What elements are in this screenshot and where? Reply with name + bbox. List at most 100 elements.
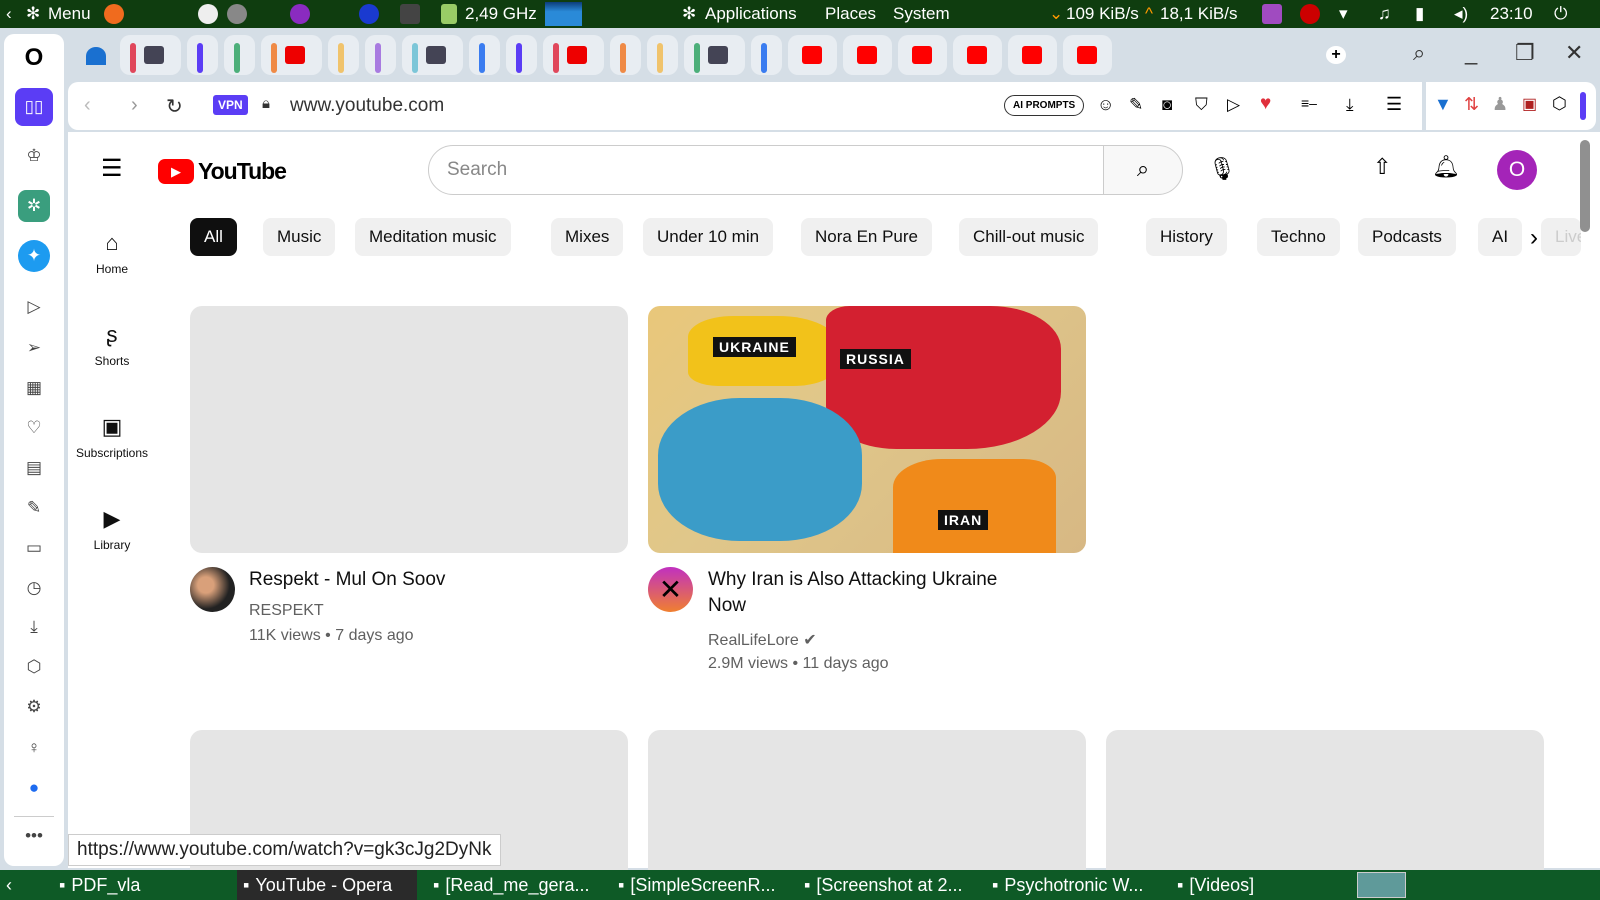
battery-icon[interactable]: ▮ (1415, 4, 1424, 24)
tab-group[interactable] (402, 35, 463, 75)
taskbar-item[interactable]: ▪ [Read_me_gera... (427, 870, 595, 900)
video-thumbnail[interactable] (190, 306, 628, 553)
youtube-logo[interactable]: ▶ YouTube (158, 158, 287, 185)
filter-chip[interactable]: All (190, 218, 237, 256)
video-thumbnail-placeholder[interactable] (1106, 730, 1544, 882)
notifications-bell-icon[interactable]: 🔔︎ (1432, 154, 1460, 180)
tab-group[interactable] (506, 35, 537, 75)
record-icon[interactable] (1300, 4, 1320, 24)
downloads-icon[interactable]: ⤓ (18, 611, 50, 643)
clock[interactable]: 23:10 (1490, 4, 1533, 24)
tab-group[interactable] (543, 35, 604, 75)
volume-icon[interactable]: ◂) (1454, 4, 1468, 24)
firefox-icon[interactable] (104, 4, 124, 24)
tab-group[interactable] (898, 35, 947, 75)
history-icon[interactable]: ◷ (18, 572, 50, 604)
bookmark-icon[interactable] (86, 47, 106, 65)
heart-icon[interactable]: ♡ (18, 412, 50, 444)
settings-icon[interactable]: ⚙ (18, 691, 50, 723)
filter-chip[interactable]: Techno (1257, 218, 1340, 256)
channel-name[interactable]: RESPEKT (249, 602, 324, 620)
tab-group[interactable] (1063, 35, 1112, 75)
taskbar-item[interactable]: ▪ YouTube - Opera (237, 870, 417, 900)
reader-icon[interactable]: ▯▯ (15, 88, 53, 126)
emoji-icon[interactable]: ☺ (1097, 95, 1114, 115)
cube-extension-icon[interactable]: ⬡ (1552, 94, 1567, 114)
send-icon[interactable]: ➢ (18, 332, 50, 364)
more-icon[interactable]: ••• (18, 820, 50, 852)
notification-icon[interactable]: ♫ (1378, 4, 1391, 24)
tab-group[interactable] (224, 35, 255, 75)
filter-chip[interactable]: Podcasts (1358, 218, 1456, 256)
nav-shorts[interactable]: ʂ Shorts (68, 322, 156, 368)
taskbar-item[interactable]: ▪ [Screenshot at 2... (798, 870, 968, 900)
taskbar-item[interactable]: ▪ PDF_vla (53, 870, 146, 900)
channel-avatar[interactable] (190, 567, 235, 612)
reload-button[interactable]: ↻ (166, 94, 183, 119)
tab-group[interactable] (120, 35, 181, 75)
camera-icon[interactable]: ◙ (1162, 95, 1172, 115)
scrollbar-thumb[interactable] (1580, 140, 1590, 232)
avatar[interactable]: O (1497, 150, 1537, 190)
video-thumbnail-placeholder[interactable] (648, 730, 1086, 882)
tab-search-icon[interactable]: ⌕ (1413, 40, 1425, 66)
filter-chip[interactable]: Under 10 min (643, 218, 774, 256)
taskbar-scroll-left[interactable]: ‹ (0, 870, 18, 900)
channel-name[interactable]: RealLifeLore ✔ (708, 630, 817, 650)
tips-icon[interactable]: ♀ (18, 732, 50, 764)
send-icon[interactable]: ▷ (1227, 95, 1240, 115)
download-icon[interactable]: ⤓ (1346, 95, 1354, 115)
opera-logo-icon[interactable]: O (18, 42, 50, 74)
new-tab-button[interactable]: + (1326, 46, 1346, 64)
url-field[interactable]: www.youtube.com (290, 95, 444, 117)
taskbar-item[interactable]: ▪ [Videos] (1171, 870, 1260, 900)
opera-icon[interactable] (359, 4, 379, 24)
audio-recorder-icon[interactable] (1262, 4, 1282, 24)
filter-chip[interactable]: Live (1541, 218, 1581, 256)
heart-icon[interactable]: ♥ (1260, 93, 1271, 115)
incognito-extension-icon[interactable]: ♟ (1492, 94, 1508, 115)
applications-menu[interactable]: Applications (705, 4, 797, 24)
shield-icon[interactable]: ⛉ (1195, 95, 1208, 115)
tor-icon[interactable] (290, 4, 310, 24)
forward-button[interactable]: › (131, 94, 138, 117)
video-title[interactable]: Respekt - Mul On Soov (249, 567, 445, 593)
menu-button[interactable]: Menu (48, 4, 91, 24)
channel-avatar[interactable]: ✕ (648, 567, 693, 612)
filter-chip[interactable]: Mixes (551, 218, 624, 256)
nav-subscriptions[interactable]: ▣ Subscriptions (68, 414, 156, 460)
chips-next-icon[interactable]: › (1530, 224, 1538, 252)
filter-chip[interactable]: AI (1478, 218, 1523, 256)
taskbar-item[interactable]: ▪ Psychotronic W... (986, 870, 1149, 900)
crown-icon[interactable]: ♔ (18, 140, 50, 172)
tab-group[interactable] (187, 35, 218, 75)
back-button[interactable]: ‹ (84, 94, 91, 117)
filter-chip[interactable]: Nora En Pure (801, 218, 932, 256)
microphone-icon[interactable]: 🎙︎ (1208, 156, 1236, 182)
twitter-icon[interactable]: ✦ (18, 240, 50, 272)
minimize-button[interactable]: _ (1465, 40, 1477, 66)
filter-chip[interactable]: History (1146, 218, 1227, 256)
sort-extension-icon[interactable]: ⇅ (1464, 94, 1479, 115)
pin-icon[interactable]: ✎ (18, 492, 50, 524)
accessibility-icon[interactable] (198, 4, 218, 24)
taskbar-item[interactable]: ▪ [SimpleScreenR... (612, 870, 781, 900)
settings-icon[interactable] (227, 4, 247, 24)
tab-group[interactable] (469, 35, 500, 75)
filter-chip[interactable]: Music (263, 218, 336, 256)
video-thumbnail[interactable]: UKRAINE RUSSIA IRAN (648, 306, 1086, 553)
tab-group[interactable] (751, 35, 782, 75)
tab-group[interactable] (843, 35, 892, 75)
nav-library[interactable]: ▶︎ Library (68, 506, 156, 552)
apps-icon[interactable]: ▦ (18, 372, 50, 404)
badge-extension-icon[interactable]: ▣ (1522, 94, 1537, 114)
tab-group[interactable] (610, 35, 641, 75)
extensions-icon[interactable]: ⬡ (18, 651, 50, 683)
tab-group[interactable] (647, 35, 678, 75)
ai-prompts-button[interactable]: AI PROMPTS (1004, 95, 1085, 116)
battery-saver-icon[interactable]: ≡– (1301, 95, 1317, 111)
places-menu[interactable]: Places (825, 4, 876, 24)
tab-group[interactable] (684, 35, 745, 75)
search-button[interactable]: ⌕ (1103, 145, 1183, 195)
system-menu[interactable]: System (893, 4, 950, 24)
